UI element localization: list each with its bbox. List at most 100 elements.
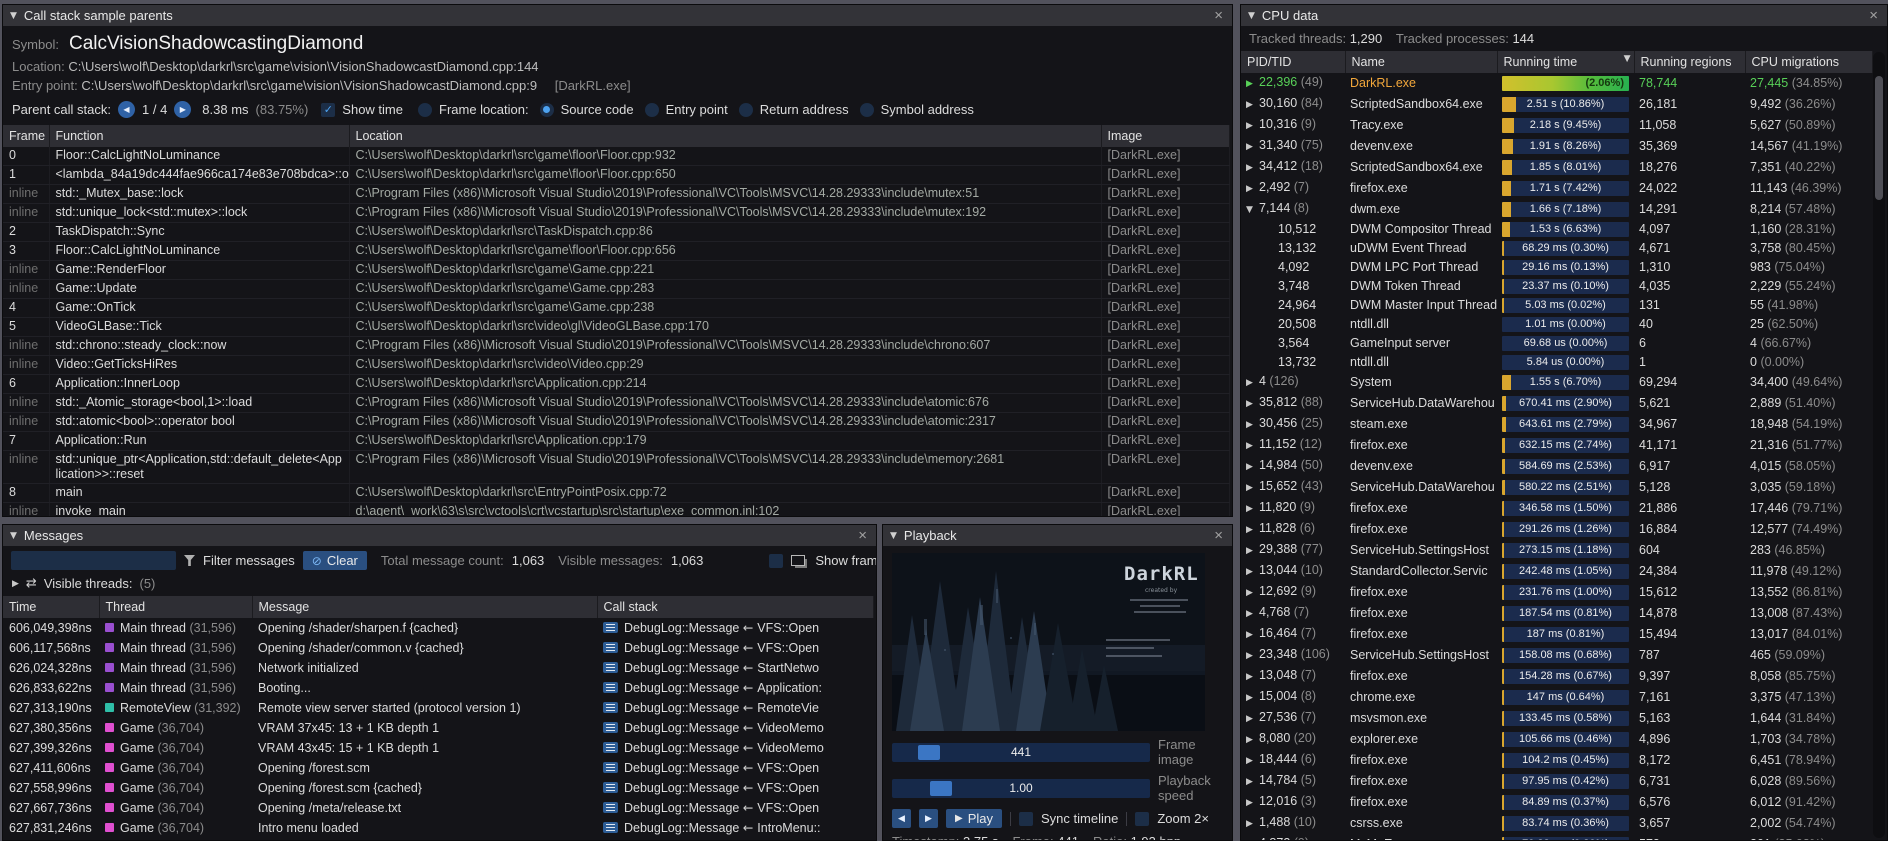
expand-icon[interactable]: ▶ [1246, 437, 1259, 456]
expand-icon[interactable]: ▶ [1246, 138, 1259, 157]
cpu-titlebar[interactable]: ▼ CPU data × [1241, 5, 1887, 26]
expand-icon[interactable]: ▶ [1246, 458, 1259, 477]
cpu-row[interactable]: ▶34,412 (18)ScriptedSandbox64.exe1.85 s … [1241, 157, 1873, 178]
message-row[interactable]: 627,399,326nsGame (36,704)VRAM 43x45: 15… [3, 738, 874, 758]
expand-icon[interactable]: ▶ [1246, 117, 1259, 136]
callstack-icon[interactable] [603, 642, 618, 653]
expand-icon[interactable]: ▶ [1246, 689, 1259, 708]
cpu-row[interactable]: ▶30,456 (25)steam.exe643.61 ms (2.79%)34… [1241, 414, 1873, 435]
callstack-row[interactable]: inlinestd::_Atomic_storage<bool,1>::load… [3, 394, 1230, 413]
message-row[interactable]: 627,313,190nsRemoteView (31,392)Remote v… [3, 698, 874, 718]
callstack-icon[interactable] [603, 622, 618, 633]
radio-symbol-address[interactable] [860, 103, 874, 117]
cpu-row[interactable]: ▶35,812 (88)ServiceHub.DataWarehou670.41… [1241, 393, 1873, 414]
message-filter-input[interactable] [11, 551, 176, 570]
cpu-row[interactable]: ▶11,828 (6)firefox.exe291.26 ms (1.26%)1… [1241, 519, 1873, 540]
cpu-row[interactable]: 13,732ntdll.dll5.84 us (0.00%)10 (0.00%) [1241, 353, 1873, 372]
cpu-row[interactable]: 10,512DWM Compositor Thread1.53 s (6.63%… [1241, 220, 1873, 239]
cpu-row[interactable]: 13,132uDWM Event Thread68.29 ms (0.30%)4… [1241, 239, 1873, 258]
cpu-row[interactable]: ▶11,820 (9)firefox.exe346.58 ms (1.50%)2… [1241, 498, 1873, 519]
expand-icon[interactable]: ▶ [1246, 416, 1259, 435]
message-row[interactable]: 627,558,996nsGame (36,704)Opening /fores… [3, 778, 874, 798]
callstack-row[interactable]: 4Game::OnTickC:\Users\wolf\Desktop\darkr… [3, 299, 1230, 318]
message-row[interactable]: 626,833,622nsMain thread (31,596)Booting… [3, 678, 874, 698]
expand-icon[interactable]: ▶ [1246, 542, 1259, 561]
callstack-row[interactable]: inlinestd::unique_lock<std::mutex>::lock… [3, 204, 1230, 223]
play-button[interactable]: ▶ Play [946, 809, 1002, 828]
cpu-row[interactable]: 20,508ntdll.dll1.01 ms (0.00%)4025 (62.5… [1241, 315, 1873, 334]
callstack-row[interactable]: 1<lambda_84a19dc444fae966ca174e83e708bdc… [3, 166, 1230, 185]
cpu-row[interactable]: ▼7,144 (8)dwm.exe1.66 s (7.18%)14,2918,2… [1241, 199, 1873, 220]
cpu-row[interactable]: ▶13,044 (10)StandardCollector.Servic242.… [1241, 561, 1873, 582]
radio-entry-point[interactable] [645, 103, 659, 117]
expand-icon[interactable]: ▶ [1246, 563, 1259, 582]
message-row[interactable]: 627,667,736nsGame (36,704)Opening /meta/… [3, 798, 874, 818]
expand-icon[interactable]: ▶ [1246, 584, 1259, 603]
callstack-icon[interactable] [603, 822, 618, 833]
cpu-row[interactable]: ▶1,488 (10)csrss.exe83.74 ms (0.36%)3,65… [1241, 813, 1873, 834]
expand-icon[interactable]: ▶ [1246, 75, 1259, 94]
callstack-row[interactable]: inlinestd::unique_ptr<Application,std::d… [3, 451, 1230, 484]
expand-icon[interactable]: ▶ [1246, 626, 1259, 645]
collapse-icon[interactable]: ▼ [1248, 11, 1255, 21]
callstack-icon[interactable] [603, 802, 618, 813]
callstack-row[interactable]: 0Floor::CalcLightNoLuminanceC:\Users\wol… [3, 147, 1230, 166]
cpu-row[interactable]: 4,092DWM LPC Port Thread29.16 ms (0.13%)… [1241, 258, 1873, 277]
callstack-row[interactable]: 5VideoGLBase::TickC:\Users\wolf\Desktop\… [3, 318, 1230, 337]
callstack-titlebar[interactable]: ▼ Call stack sample parents × [3, 5, 1232, 26]
expand-icon[interactable]: ▶ [1246, 668, 1259, 687]
cpu-row[interactable]: ▶22,396 (49)DarkRL.exe(2.06%)78,74427,44… [1241, 73, 1873, 94]
show-time-checkbox[interactable] [321, 103, 335, 117]
close-icon[interactable]: × [856, 528, 869, 543]
expand-icon[interactable]: ▼ [1246, 201, 1259, 220]
message-row[interactable]: 626,024,328nsMain thread (31,596)Network… [3, 658, 874, 678]
cpu-row[interactable]: ▶13,048 (7)firefox.exe154.28 ms (0.67%)9… [1241, 666, 1873, 687]
cpu-row[interactable]: ▶15,004 (8)chrome.exe147 ms (0.64%)7,161… [1241, 687, 1873, 708]
playback-speed-slider[interactable]: 1.00 [892, 779, 1150, 798]
expand-icon[interactable]: ▶ [1246, 836, 1259, 840]
cpu-row[interactable]: ▶4,768 (7)firefox.exe187.54 ms (0.81%)14… [1241, 603, 1873, 624]
callstack-row[interactable]: 6Application::InnerLoopC:\Users\wolf\Des… [3, 375, 1230, 394]
expand-icon[interactable]: ▶ [1246, 647, 1259, 666]
cpu-row[interactable]: ▶30,160 (84)ScriptedSandbox64.exe2.51 s … [1241, 94, 1873, 115]
column-header-pid-tid[interactable]: PID/TID [1241, 51, 1345, 73]
callstack-row[interactable]: inlinestd::chrono::steady_clock::nowC:\P… [3, 337, 1230, 356]
callstack-row[interactable]: inlinestd::atomic<bool>::operator boolC:… [3, 413, 1230, 432]
messages-titlebar[interactable]: ▼ Messages × [3, 525, 876, 546]
cpu-row[interactable]: ▶14,784 (5)firefox.exe97.95 ms (0.42%)6,… [1241, 771, 1873, 792]
cpu-row[interactable]: ▶16,464 (7)firefox.exe187 ms (0.81%)15,4… [1241, 624, 1873, 645]
frame-image-slider[interactable]: 441 [892, 743, 1150, 762]
expand-icon[interactable]: ▶ [1246, 752, 1259, 771]
cpu-row[interactable]: ▶27,536 (7)msvsmon.exe133.45 ms (0.58%)5… [1241, 708, 1873, 729]
cpu-row[interactable]: 3,748DWM Token Thread23.37 ms (0.10%)4,0… [1241, 277, 1873, 296]
message-row[interactable]: 606,117,568nsMain thread (31,596)Opening… [3, 638, 874, 658]
close-icon[interactable]: × [1867, 8, 1880, 23]
cpu-row[interactable]: ▶23,348 (106)ServiceHub.SettingsHost158.… [1241, 645, 1873, 666]
callstack-icon[interactable] [603, 702, 618, 713]
column-header-running-time[interactable]: Running time▼ [1497, 51, 1634, 73]
callstack-row[interactable]: inlineinvoke_maind:\agent\_work\63\s\src… [3, 503, 1230, 517]
clear-button[interactable]: ⊘ Clear [303, 551, 367, 570]
cpu-row[interactable]: ▶10,316 (9)Tracy.exe2.18 s (9.45%)11,058… [1241, 115, 1873, 136]
collapse-icon[interactable]: ▼ [890, 531, 897, 541]
expand-icon[interactable]: ▶ [1246, 180, 1259, 199]
prev-callstack-button[interactable]: ◀ [118, 101, 135, 118]
cpu-row[interactable]: 3,564GameInput server69.68 us (0.00%)64 … [1241, 334, 1873, 353]
zoom-2x-checkbox[interactable] [1135, 812, 1149, 826]
expand-icon[interactable]: ▶ [1246, 159, 1259, 178]
playback-titlebar[interactable]: ▼ Playback × [883, 525, 1232, 546]
show-frame-checkbox[interactable] [769, 554, 783, 568]
callstack-row[interactable]: 2TaskDispatch::SyncC:\Users\wolf\Desktop… [3, 223, 1230, 242]
callstack-icon[interactable] [603, 782, 618, 793]
close-icon[interactable]: × [1212, 528, 1225, 543]
column-header-name[interactable]: Name [1345, 51, 1497, 73]
expand-icon[interactable]: ▶ [1246, 521, 1259, 540]
cpu-row[interactable]: ▶4 (126)System1.55 s (6.70%)69,29434,400… [1241, 372, 1873, 393]
expand-icon[interactable]: ▶ [1246, 500, 1259, 519]
expand-icon[interactable]: ▶ [1246, 773, 1259, 792]
callstack-icon[interactable] [603, 742, 618, 753]
expand-icon[interactable]: ▶ [1246, 96, 1259, 115]
collapse-icon[interactable]: ▼ [10, 531, 17, 541]
callstack-icon[interactable] [603, 662, 618, 673]
column-header-running-regions[interactable]: Running regions [1634, 51, 1745, 73]
